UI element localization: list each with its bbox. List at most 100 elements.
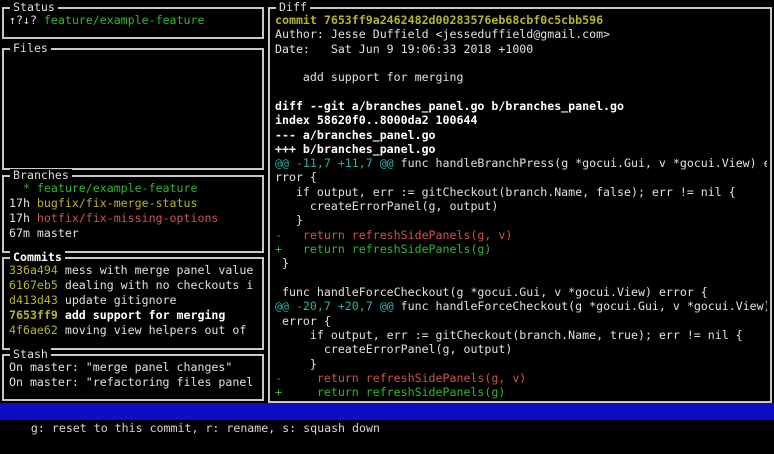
status-panel-title: Status xyxy=(10,1,58,14)
diff-added-line: + return refreshSidePanels(g) xyxy=(275,385,505,399)
diff-context: if output, err := gitCheckout(branch.Nam… xyxy=(275,328,743,342)
branch-name: feature/example-feature xyxy=(37,181,198,195)
diff-line: Author: Jesse Duffield <jesseduffield@gm… xyxy=(275,27,767,41)
status-panel[interactable]: Status ↑?↓? feature/example-feature xyxy=(2,7,264,39)
current-branch-marker: * xyxy=(9,181,37,195)
diff-line: if output, err := gitCheckout(branch.Nam… xyxy=(275,185,767,199)
diff-new-file: +++ b/branches_panel.go xyxy=(275,142,436,156)
status-line: ↑?↓? feature/example-feature xyxy=(9,13,259,28)
diff-line xyxy=(275,56,767,70)
commit-message: dealing with no checkouts i xyxy=(65,278,253,292)
diff-line: add support for merging xyxy=(275,70,767,84)
commit-hash: 336a494 xyxy=(9,263,65,277)
date-line: Date: Sat Jun 9 19:06:33 2018 +1000 xyxy=(275,42,533,56)
commit-subject: add support for merging xyxy=(275,70,463,84)
commit-item[interactable]: 4f6ae62 moving view helpers out of xyxy=(9,323,259,338)
diff-context: func handleForceCheckout(g *gocui.Gui, v… xyxy=(275,285,708,299)
diff-line: } xyxy=(275,256,767,270)
diff-index-line: index 58620f0..8000da2 100644 xyxy=(275,113,477,127)
stash-list: On master: "merge panel changes"On maste… xyxy=(9,360,259,390)
stash-entry: On master: "refactoring files panel xyxy=(9,375,253,389)
diff-line: - return refreshSidePanels(g, v) xyxy=(275,228,767,242)
diff-context: createErrorPanel(g, output) xyxy=(275,199,498,213)
commits-panel[interactable]: Commits 336a494 mess with merge panel va… xyxy=(2,257,264,350)
diff-line: Date: Sat Jun 9 19:06:33 2018 +1000 xyxy=(275,42,767,56)
branch-name: master xyxy=(37,226,79,240)
commit-hash: 4f6ae62 xyxy=(9,323,65,337)
diff-context: } xyxy=(275,357,317,371)
diff-line: commit 7653ff9a2462482d00283576eb68cbf0c… xyxy=(275,13,767,27)
diff-line: createErrorPanel(g, output) xyxy=(275,199,767,213)
commit-item[interactable]: 7653ff9 add support for merging xyxy=(9,308,259,323)
commit-header: commit 7653ff9a2462482d00283576eb68cbf0c… xyxy=(275,13,603,27)
branch-name: bugfix/fix-merge-status xyxy=(37,196,198,210)
diff-context: createErrorPanel(g, output) xyxy=(275,342,512,356)
diff-line: --- a/branches_panel.go xyxy=(275,128,767,142)
diff-file-header: diff --git a/branches_panel.go b/branche… xyxy=(275,99,624,113)
diff-added-line: + return refreshSidePanels(g) xyxy=(275,242,491,256)
stash-panel[interactable]: Stash On master: "merge panel changes"On… xyxy=(2,354,264,401)
commit-item[interactable]: 6167eb5 dealing with no checkouts i xyxy=(9,278,259,293)
lazygit-terminal: Status ↑?↓? feature/example-feature File… xyxy=(0,0,774,424)
diff-removed-line: - return refreshSidePanels(g, v) xyxy=(275,371,526,385)
branch-item[interactable]: 67m master xyxy=(9,226,259,241)
commit-hash: d413d43 xyxy=(9,293,65,307)
diff-panel-title: Diff xyxy=(276,1,310,14)
commit-message: mess with merge panel value xyxy=(65,263,253,277)
diff-line: @@ -11,7 +11,7 @@ func handleBranchPress… xyxy=(275,156,767,170)
diff-line: + return refreshSidePanels(g) xyxy=(275,242,767,256)
commit-item[interactable]: d413d43 update gitignore xyxy=(9,293,259,308)
branch-item[interactable]: * feature/example-feature xyxy=(9,181,259,196)
diff-old-file: --- a/branches_panel.go xyxy=(275,128,436,142)
options-bar-text: g: reset to this commit, r: rename, s: s… xyxy=(31,421,380,435)
branch-name: hotfix/fix-missing-options xyxy=(37,211,218,225)
diff-line xyxy=(275,271,767,285)
commit-message: add support for merging xyxy=(65,308,226,322)
diff-context: } xyxy=(275,256,289,270)
stash-item[interactable]: On master: "merge panel changes" xyxy=(9,360,259,375)
commit-message: moving view helpers out of xyxy=(65,323,246,337)
author-line: Author: Jesse Duffield <jesseduffield@gm… xyxy=(275,27,610,41)
branch-item[interactable]: 17h bugfix/fix-merge-status xyxy=(9,196,259,211)
branches-panel[interactable]: Branches * feature/example-feature17h bu… xyxy=(2,175,264,253)
hunk-context: func handleForceCheckout(g *gocui.Gui, v… xyxy=(394,299,767,313)
commit-item[interactable]: 336a494 mess with merge panel value xyxy=(9,263,259,278)
diff-line: - return refreshSidePanels(g, v) xyxy=(275,371,767,385)
diff-context: } xyxy=(275,213,303,227)
diff-line: rror { xyxy=(275,170,767,184)
branch-recency: 67m xyxy=(9,226,37,240)
branch-recency: 17h xyxy=(9,211,37,225)
diff-line: func handleForceCheckout(g *gocui.Gui, v… xyxy=(275,285,767,299)
options-bar: g: reset to this commit, r: rename, s: s… xyxy=(0,403,774,420)
diff-panel[interactable]: Diff commit 7653ff9a2462482d00283576eb68… xyxy=(268,7,772,403)
main-columns: Status ↑?↓? feature/example-feature File… xyxy=(0,0,774,401)
diff-line xyxy=(275,85,767,99)
branch-item[interactable]: 17h hotfix/fix-missing-options xyxy=(9,211,259,226)
ahead-behind-indicator: ↑?↓? xyxy=(9,13,44,27)
diff-line: + return refreshSidePanels(g) xyxy=(275,385,767,399)
hunk-header: @@ -11,7 +11,7 @@ xyxy=(275,156,394,170)
commit-hash: 6167eb5 xyxy=(9,278,65,292)
branches-list: * feature/example-feature17h bugfix/fix-… xyxy=(9,181,259,241)
diff-line: diff --git a/branches_panel.go b/branche… xyxy=(275,99,767,113)
stash-panel-title: Stash xyxy=(10,348,51,361)
commits-list: 336a494 mess with merge panel value6167e… xyxy=(9,263,259,338)
diff-context: error { xyxy=(275,314,331,328)
diff-line: @@ -20,7 +20,7 @@ func handleForceChecko… xyxy=(275,299,767,313)
commits-panel-title: Commits xyxy=(10,251,65,264)
diff-removed-line: - return refreshSidePanels(g, v) xyxy=(275,228,512,242)
stash-item[interactable]: On master: "refactoring files panel xyxy=(9,375,259,390)
stash-entry: On master: "merge panel changes" xyxy=(9,360,232,374)
main-panel-column: Diff commit 7653ff9a2462482d00283576eb68… xyxy=(268,0,772,401)
hunk-context: func handleBranchPress(g *gocui.Gui, v *… xyxy=(394,156,767,170)
commit-message: update gitignore xyxy=(65,293,177,307)
diff-context: rror { xyxy=(275,170,317,184)
files-panel-title: Files xyxy=(10,42,51,55)
diff-line: } xyxy=(275,213,767,227)
diff-content: commit 7653ff9a2462482d00283576eb68cbf0c… xyxy=(275,13,767,399)
files-panel[interactable]: Files xyxy=(2,48,264,170)
branches-panel-title: Branches xyxy=(10,169,72,182)
side-panels-column: Status ↑?↓? feature/example-feature File… xyxy=(2,0,264,401)
commit-hash: 7653ff9 xyxy=(9,308,65,322)
current-branch-name: feature/example-feature xyxy=(44,13,205,27)
